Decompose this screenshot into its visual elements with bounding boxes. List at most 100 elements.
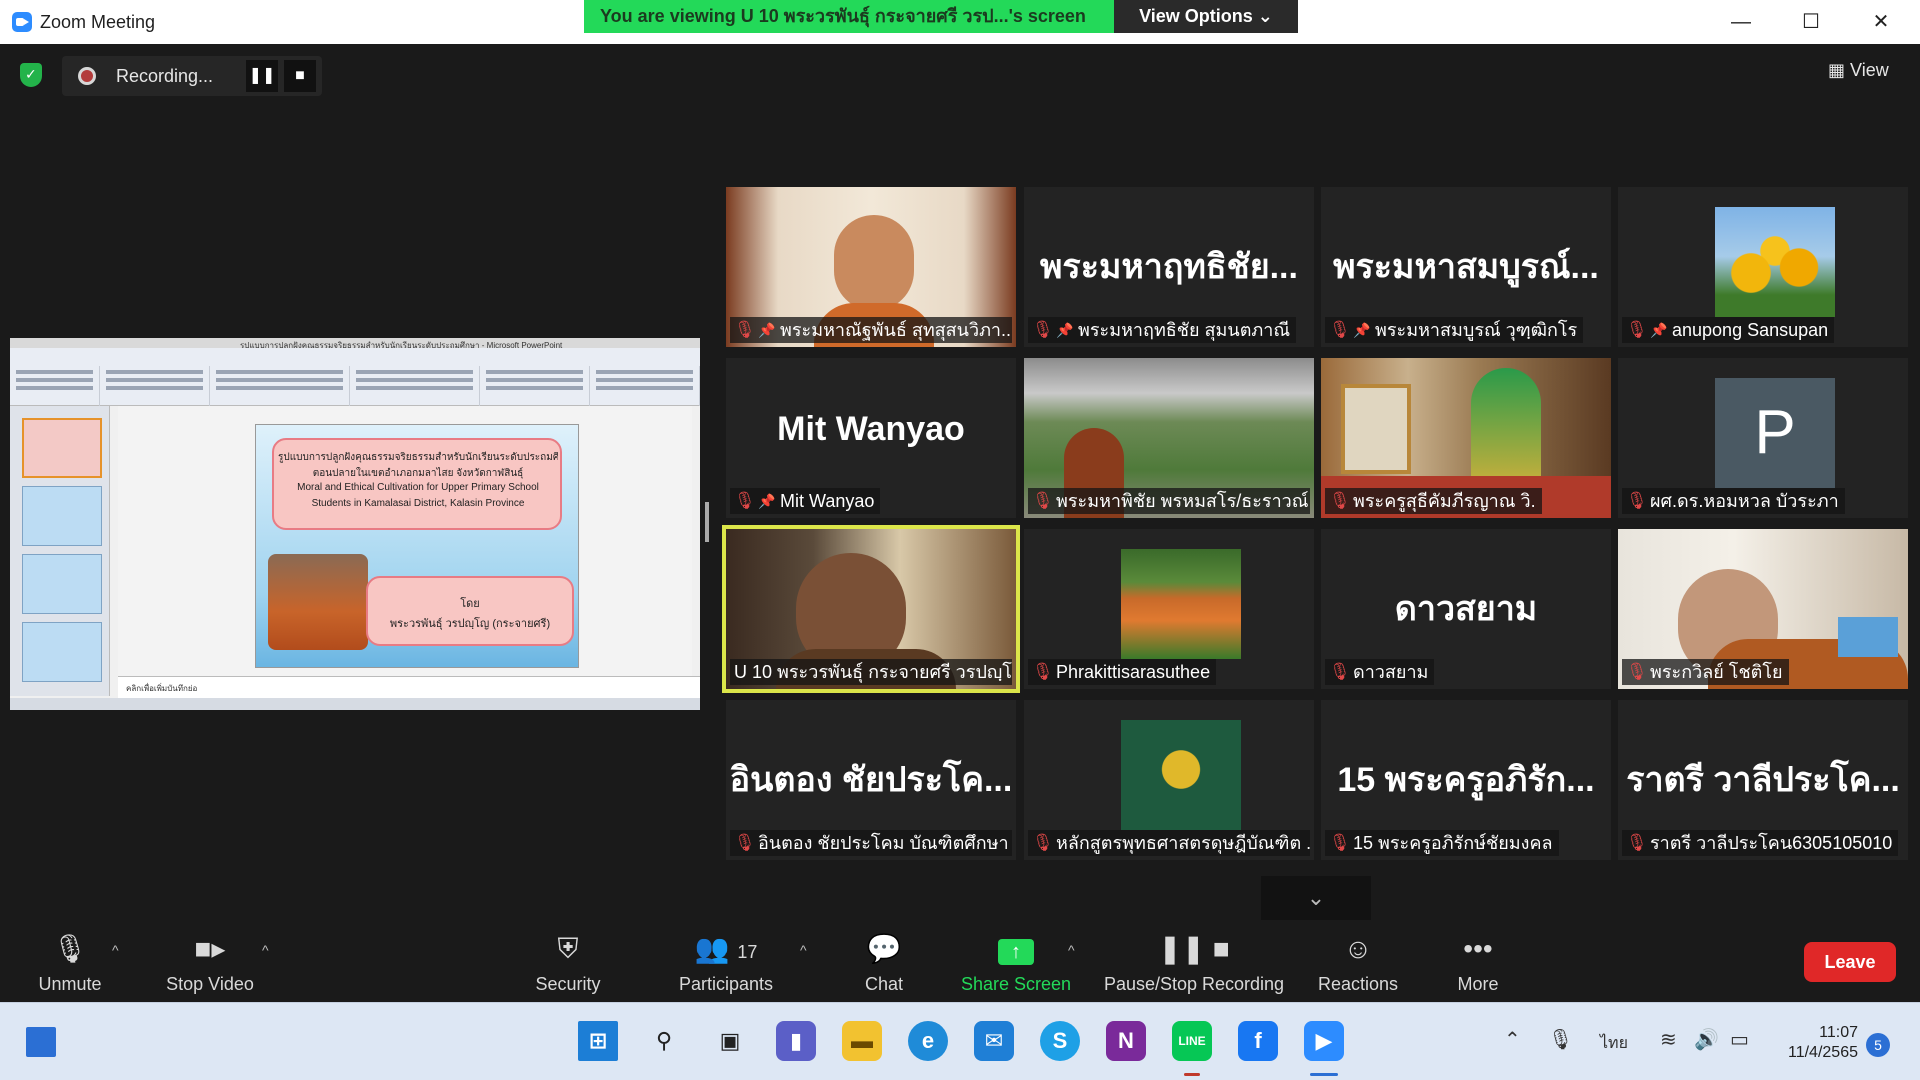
pin-icon: 📌 — [1056, 322, 1074, 338]
shared-screen[interactable]: รูปแบบการปลูกฝังคุณธรรมจริยธรรมสำหรับนัก… — [10, 338, 700, 710]
participant-tile[interactable]: พระมหาสมบูรณ์... 🎙 📌 พระมหาสมบูรณ์ วุฑฺฒิก… — [1321, 187, 1611, 347]
windows-start-icon[interactable]: ⊞ — [578, 1021, 618, 1061]
participant-tile[interactable]: 🎙 พระมหาพิชัย พรหมสโร/ธะราวณ์... — [1024, 358, 1314, 518]
participants-button[interactable]: 👥 17 Participants — [656, 930, 796, 1000]
reactions-button[interactable]: ☺ Reactions — [1288, 930, 1428, 1000]
splitter-handle[interactable] — [705, 502, 709, 542]
meeting-toolbar: 🎙 Unmute ^ ■▸ Stop Video ^ ⛨ Security 👥 … — [0, 924, 1920, 1002]
slide-by-label: โดย — [460, 598, 480, 610]
slide-thumbnail[interactable] — [22, 418, 102, 478]
participant-display-name: ราตรี วาลีประโค... — [1626, 761, 1900, 799]
task-view-windows-icon[interactable]: ▣ — [710, 1021, 750, 1061]
slide-thumbnail[interactable] — [22, 554, 102, 614]
participant-name-label: 🎙 อินตอง ชัยประโคม บัณฑิตศึกษา ... — [730, 830, 1012, 856]
more-button[interactable]: ••• More — [1408, 930, 1548, 1000]
participant-name-label: 🎙 📌 Mit Wanyao — [730, 488, 881, 514]
participant-name-label: 🎙 Phrakittisarasuthee — [1028, 659, 1217, 685]
shield-icon: ⛨ — [557, 933, 579, 964]
edge-browser-icon[interactable]: e — [908, 1021, 948, 1061]
video-camera-icon: ■▸ — [194, 933, 226, 964]
security-button[interactable]: ⛨ Security — [498, 930, 638, 1000]
view-button[interactable]: ▦ View — [1828, 60, 1889, 81]
file-explorer-icon[interactable]: ▬ — [842, 1021, 882, 1061]
teams-chat-icon[interactable]: ▮ — [776, 1021, 816, 1061]
participant-tile[interactable]: 🎙 Phrakittisarasuthee — [1024, 529, 1314, 689]
pause-stop-icon: ❚❚ ■ — [1158, 933, 1230, 964]
slide-author: พระวรพันธุ์ วรปญฺโญ (กระจายศรี) — [389, 618, 551, 630]
line-app-icon[interactable]: LINE — [1172, 1021, 1212, 1061]
chevron-up-icon[interactable]: ⌃ — [1504, 1027, 1521, 1052]
view-options-button[interactable]: View Options ⌄ — [1114, 0, 1298, 33]
wifi-icon[interactable]: ≋ — [1660, 1027, 1677, 1052]
taskbar-clock[interactable]: 11:07 11/4/2565 — [1766, 1023, 1858, 1063]
participant-name-label: 🎙 พระมหาพิชัย พรหมสโร/ธะราวณ์... — [1028, 488, 1310, 514]
chevron-down-icon[interactable]: ⌄ — [1261, 876, 1371, 920]
participants-icon: 👥 — [694, 933, 730, 964]
participant-tile[interactable]: Mit Wanyao 🎙 📌 Mit Wanyao — [726, 358, 1016, 518]
view-label: View — [1850, 60, 1889, 80]
slide-title-line-3: Moral and Ethical Cultivation for Upper … — [297, 482, 539, 493]
input-language[interactable]: ไทย — [1600, 1031, 1628, 1056]
search-icon[interactable]: ⚲ — [644, 1021, 684, 1061]
participant-tile[interactable]: อินตอง ชัยประโค... 🎙 อินตอง ชัยประโคม บัณ… — [726, 700, 1016, 860]
pause-recording-button[interactable]: ❚❚ — [246, 60, 278, 92]
participant-tile-active-speaker[interactable]: U 10 พระวรพันธุ์ กระจายศรี วรปญฺโญ — [722, 525, 1020, 693]
participant-display-name: 15 พระครูอภิรัก... — [1337, 761, 1595, 799]
battery-icon[interactable]: ▭ — [1730, 1027, 1749, 1052]
stop-recording-button[interactable]: ■ — [284, 60, 316, 92]
mic-muted-icon: 🎙 — [52, 933, 88, 964]
onenote-icon[interactable]: N — [1106, 1021, 1146, 1061]
recording-label: Recording... — [116, 66, 214, 86]
participants-options-caret[interactable]: ^ — [800, 942, 807, 958]
zoom-taskbar-icon[interactable]: ▶ — [1304, 1021, 1344, 1061]
mic-muted-icon: 🎙 — [1626, 320, 1648, 339]
leave-button[interactable]: Leave — [1804, 942, 1896, 982]
mail-icon[interactable]: ✉ — [974, 1021, 1014, 1061]
notification-badge[interactable]: 5 — [1866, 1033, 1890, 1057]
participant-tile[interactable]: 🎙 📌 anupong Sansupan — [1618, 187, 1908, 347]
maximize-icon[interactable]: ☐ — [1796, 8, 1826, 36]
participant-tile[interactable]: P 🎙 ผศ.ดร.หอมหวล บัวระภา — [1618, 358, 1908, 518]
participant-display-name: อินตอง ชัยประโค... — [729, 761, 1013, 799]
more-dots-icon: ••• — [1463, 933, 1493, 964]
participant-tile[interactable]: 15 พระครูอภิรัก... 🎙 15 พระครูอภิรักษ์ชัย… — [1321, 700, 1611, 860]
participant-name-label: 🎙 📌 พระมหาฤทธิชัย สุมนตภาณี — [1028, 317, 1297, 343]
participant-tile[interactable]: พระมหาฤทธิชัย... 🎙 📌 พระมหาฤทธิชัย สุมนตภา… — [1024, 187, 1314, 347]
microphone-icon[interactable]: 🎙 — [1548, 1027, 1573, 1052]
smiley-add-icon: ☺ — [1343, 933, 1373, 964]
participant-display-name: Mit Wanyao — [777, 410, 965, 448]
stop-video-button[interactable]: ■▸ Stop Video — [140, 930, 280, 1000]
pin-icon: 📌 — [1650, 322, 1668, 338]
chat-button[interactable]: 💬 Chat — [814, 930, 954, 1000]
title-bar: Zoom Meeting You are viewing U 10 พระวรพ… — [0, 0, 1920, 44]
pin-icon: 📌 — [758, 493, 776, 509]
audio-options-caret[interactable]: ^ — [112, 942, 119, 958]
video-options-caret[interactable]: ^ — [262, 942, 269, 958]
participant-tile[interactable]: ราตรี วาลีประโค... 🎙 ราตรี วาลีประโคน6305… — [1618, 700, 1908, 860]
mic-muted-icon: 🎙 — [1032, 491, 1054, 510]
slide-title-line-1: รูปแบบการปลูกฝังคุณธรรมจริยธรรมสำหรับนัก… — [278, 452, 558, 463]
windows-taskbar: ⊞ ⚲ ▣ ▮ ▬ e ✉ S N LINE f ▶ ⌃ 🎙 ไทย ≋ 🔊 ▭… — [0, 1002, 1920, 1080]
share-screen-button[interactable]: ↑ Share Screen — [946, 930, 1086, 1000]
task-view-icon[interactable] — [26, 1027, 56, 1057]
slide-thumbnail[interactable] — [22, 622, 102, 682]
minimize-icon[interactable]: — — [1726, 8, 1756, 36]
unmute-button[interactable]: 🎙 Unmute — [0, 930, 140, 1000]
mic-muted-icon: 🎙 — [734, 833, 756, 852]
pause-stop-recording-button[interactable]: ❚❚ ■ Pause/Stop Recording — [1094, 930, 1294, 1000]
participant-tile[interactable]: 🎙 พระกวิลย์ โชติโย — [1618, 529, 1908, 689]
facebook-icon[interactable]: f — [1238, 1021, 1278, 1061]
mic-muted-icon: 🎙 — [1329, 320, 1351, 339]
recording-indicator: Recording... ❚❚ ■ — [62, 56, 322, 96]
close-icon[interactable]: ✕ — [1866, 8, 1896, 36]
participant-tile[interactable]: 🎙 หลักสูตรพุทธศาสตรดุษฎีบัณฑิต ... — [1024, 700, 1314, 860]
share-options-caret[interactable]: ^ — [1068, 942, 1075, 958]
speaker-icon[interactable]: 🔊 — [1694, 1027, 1719, 1052]
participant-tile[interactable]: ดาวสยาม 🎙 ดาวสยาม — [1321, 529, 1611, 689]
participant-tile[interactable]: 🎙 พระครูสุธีคัมภีรญาณ วิ. — [1321, 358, 1611, 518]
participant-tile[interactable]: 🎙 📌 พระมหาณัฐพันธ์ สุทสุสนวิภา... — [726, 187, 1016, 347]
skype-icon[interactable]: S — [1040, 1021, 1080, 1061]
mic-muted-icon: 🎙 — [1032, 320, 1054, 339]
slide-thumbnail[interactable] — [22, 486, 102, 546]
encryption-shield-icon[interactable]: ✓ — [20, 63, 42, 87]
